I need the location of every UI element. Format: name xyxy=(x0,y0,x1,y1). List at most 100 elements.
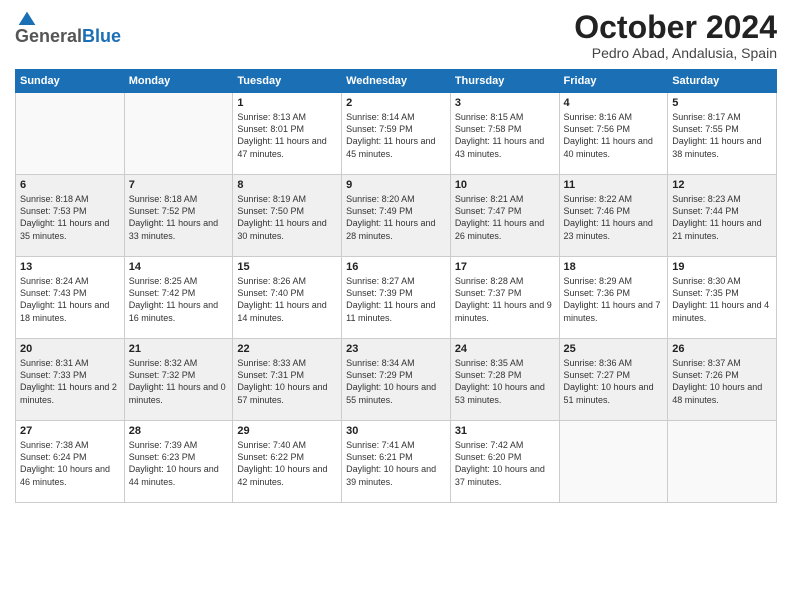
day-number: 27 xyxy=(20,425,120,437)
day-info: Sunrise: 8:15 AMSunset: 7:58 PMDaylight:… xyxy=(455,111,555,160)
day-number: 31 xyxy=(455,425,555,437)
calendar-cell-empty xyxy=(124,93,233,175)
location: Pedro Abad, Andalusia, Spain xyxy=(574,45,777,61)
day-number: 2 xyxy=(346,97,446,109)
calendar-week-row: 27 Sunrise: 7:38 AMSunset: 6:24 PMDayligh… xyxy=(16,421,777,503)
page: General Blue October 2024 Pedro Abad, An… xyxy=(0,0,792,612)
calendar-cell-day-1: 1 Sunrise: 8:13 AMSunset: 8:01 PMDaylight… xyxy=(233,93,342,175)
day-number: 30 xyxy=(346,425,446,437)
day-number: 21 xyxy=(129,343,229,355)
calendar-cell-empty xyxy=(668,421,777,503)
day-number: 19 xyxy=(672,261,772,273)
calendar-header-sunday: Sunday xyxy=(16,70,125,93)
day-info: Sunrise: 8:21 AMSunset: 7:47 PMDaylight:… xyxy=(455,193,555,242)
day-number: 22 xyxy=(237,343,337,355)
calendar-cell-day-18: 18 Sunrise: 8:29 AMSunset: 7:36 PMDayligh… xyxy=(559,257,668,339)
calendar-week-row: 20Sunrise: 8:31 AMSunset: 7:33 PMDayligh… xyxy=(16,339,777,421)
day-number: 1 xyxy=(237,97,337,109)
day-number: 14 xyxy=(129,261,229,273)
day-info: Sunrise: 8:35 AMSunset: 7:28 PMDaylight:… xyxy=(455,357,555,406)
day-number: 17 xyxy=(455,261,555,273)
calendar-cell-day-29: 29 Sunrise: 7:40 AMSunset: 6:22 PMDayligh… xyxy=(233,421,342,503)
day-info: Sunrise: 8:33 AMSunset: 7:31 PMDaylight:… xyxy=(237,357,337,406)
day-number: 24 xyxy=(455,343,555,355)
day-info: Sunrise: 8:18 AMSunset: 7:52 PMDaylight:… xyxy=(129,193,229,242)
day-number: 6 xyxy=(20,179,120,191)
day-info: Sunrise: 8:31 AMSunset: 7:33 PMDaylight:… xyxy=(20,357,120,406)
day-info: Sunrise: 8:24 AMSunset: 7:43 PMDaylight:… xyxy=(20,275,120,324)
calendar-header-thursday: Thursday xyxy=(450,70,559,93)
day-number: 26 xyxy=(672,343,772,355)
calendar-cell-day-9: 9 Sunrise: 8:20 AMSunset: 7:49 PMDaylight… xyxy=(342,175,451,257)
day-info: Sunrise: 7:38 AMSunset: 6:24 PMDaylight:… xyxy=(20,439,120,488)
logo-blue-label: Blue xyxy=(82,26,121,47)
calendar-cell-day-28: 28Sunrise: 7:39 AMSunset: 6:23 PMDayligh… xyxy=(124,421,233,503)
calendar-cell-day-13: 13 Sunrise: 8:24 AMSunset: 7:43 PMDayligh… xyxy=(16,257,125,339)
calendar-header-saturday: Saturday xyxy=(668,70,777,93)
day-number: 25 xyxy=(564,343,664,355)
calendar-cell-day-17: 17Sunrise: 8:28 AMSunset: 7:37 PMDayligh… xyxy=(450,257,559,339)
day-info: Sunrise: 8:17 AMSunset: 7:55 PMDaylight:… xyxy=(672,111,772,160)
day-info: Sunrise: 8:22 AMSunset: 7:46 PMDaylight:… xyxy=(564,193,664,242)
calendar-header-friday: Friday xyxy=(559,70,668,93)
calendar-cell-day-23: 23 Sunrise: 8:34 AMSunset: 7:29 PMDayligh… xyxy=(342,339,451,421)
calendar-cell-empty xyxy=(16,93,125,175)
logo-general-label: General xyxy=(15,26,82,47)
day-number: 29 xyxy=(237,425,337,437)
day-info: Sunrise: 8:27 AMSunset: 7:39 PMDaylight:… xyxy=(346,275,446,324)
day-info: Sunrise: 8:30 AMSunset: 7:35 PMDaylight:… xyxy=(672,275,772,324)
day-number: 18 xyxy=(564,261,664,273)
day-number: 15 xyxy=(237,261,337,273)
day-info: Sunrise: 8:34 AMSunset: 7:29 PMDaylight:… xyxy=(346,357,446,406)
calendar-cell-day-2: 2 Sunrise: 8:14 AMSunset: 7:59 PMDaylight… xyxy=(342,93,451,175)
day-number: 16 xyxy=(346,261,446,273)
calendar-cell-day-27: 27 Sunrise: 7:38 AMSunset: 6:24 PMDayligh… xyxy=(16,421,125,503)
calendar-cell-day-7: 7Sunrise: 8:18 AMSunset: 7:52 PMDaylight… xyxy=(124,175,233,257)
calendar-week-row: 1 Sunrise: 8:13 AMSunset: 8:01 PMDaylight… xyxy=(16,93,777,175)
calendar-cell-day-3: 3 Sunrise: 8:15 AMSunset: 7:58 PMDaylight… xyxy=(450,93,559,175)
calendar-cell-day-26: 26 Sunrise: 8:37 AMSunset: 7:26 PMDayligh… xyxy=(668,339,777,421)
day-info: Sunrise: 7:42 AMSunset: 6:20 PMDaylight:… xyxy=(455,439,555,488)
day-info: Sunrise: 8:32 AMSunset: 7:32 PMDaylight:… xyxy=(129,357,229,406)
calendar-cell-day-31: 31 Sunrise: 7:42 AMSunset: 6:20 PMDayligh… xyxy=(450,421,559,503)
day-number: 9 xyxy=(346,179,446,191)
calendar-cell-day-14: 14 Sunrise: 8:25 AMSunset: 7:42 PMDayligh… xyxy=(124,257,233,339)
day-number: 3 xyxy=(455,97,555,109)
calendar-cell-day-10: 10 Sunrise: 8:21 AMSunset: 7:47 PMDayligh… xyxy=(450,175,559,257)
day-info: Sunrise: 8:14 AMSunset: 7:59 PMDaylight:… xyxy=(346,111,446,160)
calendar-cell-day-11: 11Sunrise: 8:22 AMSunset: 7:46 PMDayligh… xyxy=(559,175,668,257)
calendar-cell-day-15: 15Sunrise: 8:26 AMSunset: 7:40 PMDayligh… xyxy=(233,257,342,339)
day-info: Sunrise: 8:13 AMSunset: 8:01 PMDaylight:… xyxy=(237,111,337,160)
calendar-cell-day-24: 24 Sunrise: 8:35 AMSunset: 7:28 PMDayligh… xyxy=(450,339,559,421)
month-title: October 2024 xyxy=(574,10,777,45)
day-number: 5 xyxy=(672,97,772,109)
title-block: October 2024 Pedro Abad, Andalusia, Spai… xyxy=(574,10,777,61)
day-info: Sunrise: 8:20 AMSunset: 7:49 PMDaylight:… xyxy=(346,193,446,242)
day-info: Sunrise: 8:25 AMSunset: 7:42 PMDaylight:… xyxy=(129,275,229,324)
day-info: Sunrise: 8:19 AMSunset: 7:50 PMDaylight:… xyxy=(237,193,337,242)
calendar-cell-day-22: 22 Sunrise: 8:33 AMSunset: 7:31 PMDayligh… xyxy=(233,339,342,421)
calendar-cell-day-20: 20Sunrise: 8:31 AMSunset: 7:33 PMDayligh… xyxy=(16,339,125,421)
day-info: Sunrise: 8:18 AMSunset: 7:53 PMDaylight:… xyxy=(20,193,120,242)
day-number: 23 xyxy=(346,343,446,355)
calendar-cell-day-4: 4 Sunrise: 8:16 AMSunset: 7:56 PMDaylight… xyxy=(559,93,668,175)
day-number: 13 xyxy=(20,261,120,273)
calendar-cell-day-6: 6 Sunrise: 8:18 AMSunset: 7:53 PMDaylight… xyxy=(16,175,125,257)
calendar-cell-day-12: 12 Sunrise: 8:23 AMSunset: 7:44 PMDayligh… xyxy=(668,175,777,257)
day-number: 10 xyxy=(455,179,555,191)
day-info: Sunrise: 8:29 AMSunset: 7:36 PMDaylight:… xyxy=(564,275,664,324)
day-number: 4 xyxy=(564,97,664,109)
day-info: Sunrise: 7:41 AMSunset: 6:21 PMDaylight:… xyxy=(346,439,446,488)
calendar-cell-day-19: 19 Sunrise: 8:30 AMSunset: 7:35 PMDayligh… xyxy=(668,257,777,339)
day-info: Sunrise: 8:23 AMSunset: 7:44 PMDaylight:… xyxy=(672,193,772,242)
day-info: Sunrise: 7:39 AMSunset: 6:23 PMDaylight:… xyxy=(129,439,229,488)
day-info: Sunrise: 8:16 AMSunset: 7:56 PMDaylight:… xyxy=(564,111,664,160)
day-info: Sunrise: 7:40 AMSunset: 6:22 PMDaylight:… xyxy=(237,439,337,488)
calendar-cell-day-30: 30 Sunrise: 7:41 AMSunset: 6:21 PMDayligh… xyxy=(342,421,451,503)
day-number: 12 xyxy=(672,179,772,191)
calendar-header-tuesday: Tuesday xyxy=(233,70,342,93)
calendar-cell-day-25: 25Sunrise: 8:36 AMSunset: 7:27 PMDayligh… xyxy=(559,339,668,421)
calendar-week-row: 13 Sunrise: 8:24 AMSunset: 7:43 PMDayligh… xyxy=(16,257,777,339)
calendar-cell-day-16: 16 Sunrise: 8:27 AMSunset: 7:39 PMDayligh… xyxy=(342,257,451,339)
day-info: Sunrise: 8:37 AMSunset: 7:26 PMDaylight:… xyxy=(672,357,772,406)
